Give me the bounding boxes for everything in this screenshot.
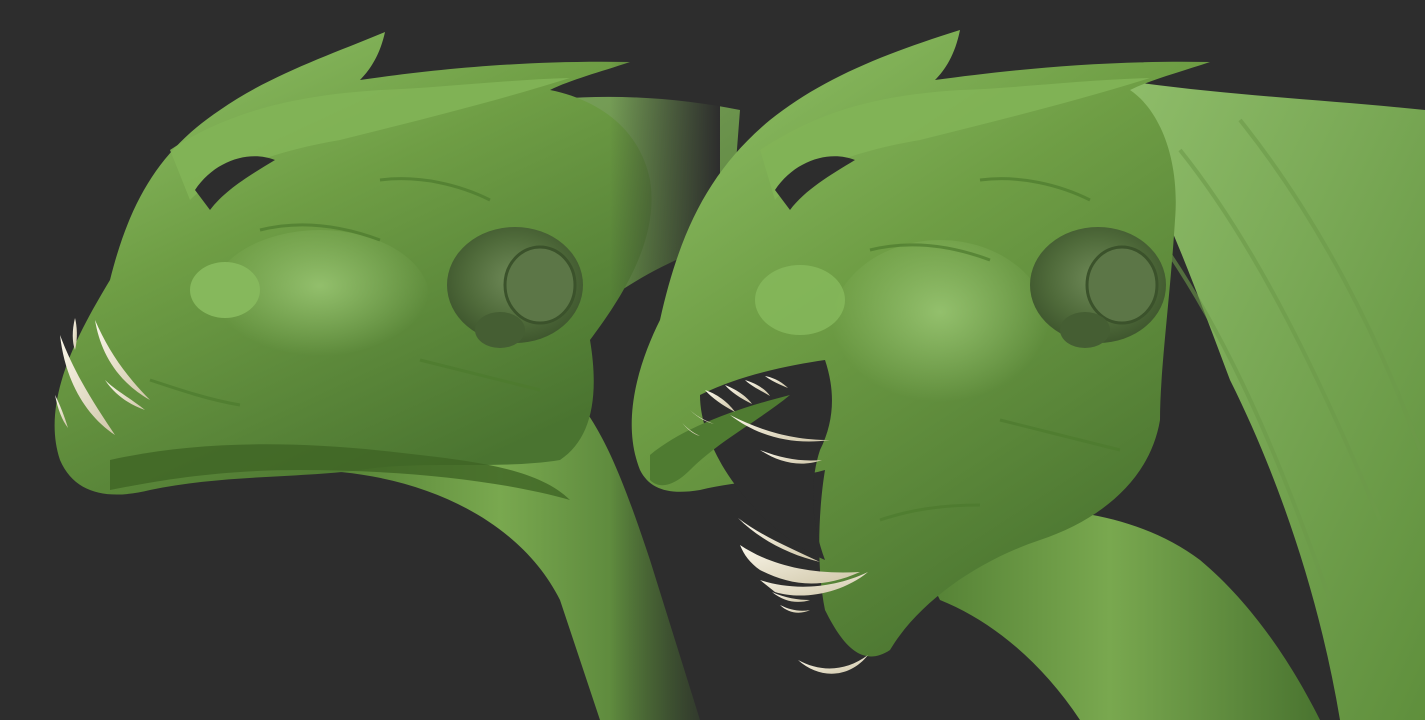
sculpt-render — [0, 0, 1425, 720]
snout-bump-right — [755, 265, 845, 335]
snout-bump-left — [190, 262, 260, 318]
render-viewport — [0, 0, 1425, 720]
cheek-right — [830, 240, 1050, 420]
